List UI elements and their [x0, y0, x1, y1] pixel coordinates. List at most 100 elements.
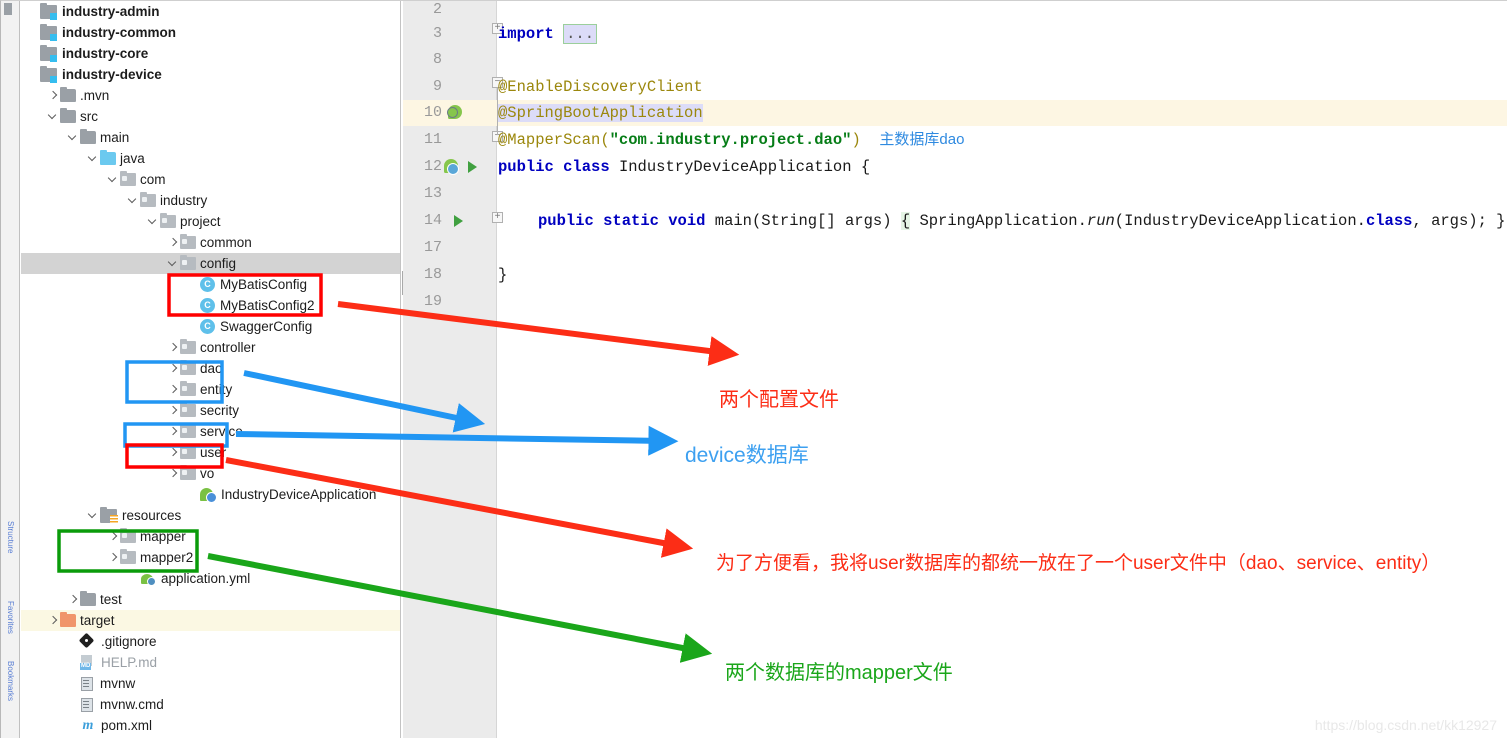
tree-node-label: SwaggerConfig — [220, 319, 313, 334]
tree-node-mapper2[interactable]: mapper2 — [21, 547, 400, 568]
tree-node-mybatisconfig[interactable]: C MyBatisConfig — [21, 274, 400, 295]
chevron-right-icon[interactable] — [167, 442, 180, 463]
tree-node-label: industry-common — [62, 25, 177, 40]
tree-node-label: target — [80, 613, 115, 628]
chevron-right-icon[interactable] — [167, 232, 180, 253]
tool-window-button[interactable] — [4, 3, 12, 15]
chevron-right-icon[interactable] — [167, 421, 180, 442]
tree-node-com[interactable]: com — [21, 169, 400, 190]
chevron-down-icon[interactable] — [167, 253, 180, 274]
run-method: run — [1086, 212, 1115, 230]
tool-tab-bookmarks[interactable]: Bookmarks — [3, 661, 17, 701]
tree-node-dao[interactable]: dao — [21, 358, 400, 379]
tree-node-project[interactable]: project — [21, 211, 400, 232]
chevron-right-icon[interactable] — [47, 85, 60, 106]
tree-node-target[interactable]: target — [21, 610, 400, 631]
tree-node-industry-common[interactable]: industry-common — [21, 22, 400, 43]
chevron-right-icon[interactable] — [167, 400, 180, 421]
folder-icon — [60, 87, 76, 102]
file-icon — [80, 676, 94, 691]
class-name: IndustryDeviceApplication — [618, 158, 852, 176]
fold-expand-icon[interactable]: + — [492, 212, 503, 223]
chevron-right-icon[interactable] — [167, 337, 180, 358]
tree-node-industrydeviceapplication[interactable]: IndustryDeviceApplication — [21, 484, 400, 505]
chevron-right-icon[interactable] — [107, 547, 120, 568]
chevron-down-icon[interactable] — [107, 169, 120, 190]
tree-node-label: com — [140, 172, 166, 187]
tree-node-entity[interactable]: entity — [21, 379, 400, 400]
tree-node-config[interactable]: config — [21, 253, 400, 274]
tree-node-mvnw-cmd[interactable]: mvnw.cmd — [21, 694, 400, 715]
package-icon — [140, 192, 156, 207]
chevron-down-icon[interactable] — [147, 211, 160, 232]
tree-node-java[interactable]: java — [21, 148, 400, 169]
tool-tab-favorites[interactable]: Favorites — [3, 601, 17, 634]
run-gutter-icon[interactable] — [468, 161, 477, 173]
tree-node-label: test — [100, 592, 122, 607]
line-number: 17 — [423, 239, 442, 256]
tree-node-label: common — [200, 235, 252, 250]
code-line-10: @SpringBootApplication — [498, 100, 703, 126]
spring-application-ref: SpringApplication. — [919, 212, 1087, 230]
line-number: 2 — [432, 1, 442, 18]
annotation-main-database-dao: 主数据库dao — [879, 131, 965, 148]
line-number: 10 — [423, 104, 442, 121]
tree-node-label: service — [200, 424, 243, 439]
spring-bean-gutter-icon[interactable] — [447, 105, 464, 120]
tree-node-service[interactable]: service — [21, 421, 400, 442]
tree-node-mvnw[interactable]: mvnw — [21, 673, 400, 694]
code-line-11: @MapperScan("com.industry.project.dao") … — [498, 127, 964, 153]
git-icon — [80, 634, 95, 649]
chevron-down-icon[interactable] — [87, 505, 100, 526]
run-main-gutter-icon[interactable] — [454, 215, 463, 227]
module-icon — [40, 65, 57, 83]
tree-node-main[interactable]: main — [21, 127, 400, 148]
tree-node-common[interactable]: common — [21, 232, 400, 253]
tree-node-label: MyBatisConfig — [220, 277, 308, 292]
project-tree[interactable]: industry-admin industry-common industry-co… — [21, 1, 401, 738]
chevron-right-icon[interactable] — [167, 463, 180, 484]
folder-icon — [80, 591, 96, 606]
tree-node-industry[interactable]: industry — [21, 190, 400, 211]
chevron-right-icon[interactable] — [167, 379, 180, 400]
spring-boot-gutter-icon[interactable] — [444, 159, 460, 175]
tool-tab-structure[interactable]: Structure — [3, 521, 17, 553]
tree-node-label: secrity — [200, 403, 240, 418]
folded-imports-placeholder[interactable]: ... — [563, 24, 598, 44]
class-literal-keyword: class — [1365, 212, 1413, 230]
tree-node-user[interactable]: user — [21, 442, 400, 463]
annotation-user-database-note: 为了方便看，我将user数据库的都统一放在了一个user文件中（dao、serv… — [716, 553, 1441, 574]
chevron-right-icon[interactable] — [167, 358, 180, 379]
tree-node-pom-xml[interactable]: m pom.xml — [21, 715, 400, 736]
tree-node-swaggerconfig[interactable]: C SwaggerConfig — [21, 316, 400, 337]
chevron-down-icon[interactable] — [47, 106, 60, 127]
tree-node-secrity[interactable]: secrity — [21, 400, 400, 421]
code-editor[interactable]: 2 3 8 9 10 11 12 13 14 17 18 19 + − − + … — [402, 1, 1507, 738]
tree-node-src[interactable]: src — [21, 106, 400, 127]
tree-node--gitignore[interactable]: .gitignore — [21, 631, 400, 652]
tree-node--mvn[interactable]: .mvn — [21, 85, 400, 106]
tree-node-industry-core[interactable]: industry-core — [21, 43, 400, 64]
tree-node-help-md[interactable]: HELP.md — [21, 652, 400, 673]
tree-node-mybatisconfig2[interactable]: C MyBatisConfig2 — [21, 295, 400, 316]
tree-node-industry-device[interactable]: industry-device — [21, 64, 400, 85]
line-number: 11 — [423, 131, 442, 148]
tree-node-mapper[interactable]: mapper — [21, 526, 400, 547]
chevron-down-icon[interactable] — [87, 148, 100, 169]
chevron-right-icon[interactable] — [47, 610, 60, 631]
chevron-down-icon[interactable] — [67, 127, 80, 148]
chevron-right-icon[interactable] — [107, 526, 120, 547]
chevron-right-icon[interactable] — [67, 589, 80, 610]
tree-node-test[interactable]: test — [21, 589, 400, 610]
folder-icon — [60, 108, 76, 123]
tree-node-application-yml[interactable]: application.yml — [21, 568, 400, 589]
chevron-down-icon[interactable] — [127, 190, 140, 211]
tree-node-controller[interactable]: controller — [21, 337, 400, 358]
tree-node-vo[interactable]: vo — [21, 463, 400, 484]
tree-node-resources[interactable]: resources — [21, 505, 400, 526]
tree-node-industry-admin[interactable]: industry-admin — [21, 1, 400, 22]
